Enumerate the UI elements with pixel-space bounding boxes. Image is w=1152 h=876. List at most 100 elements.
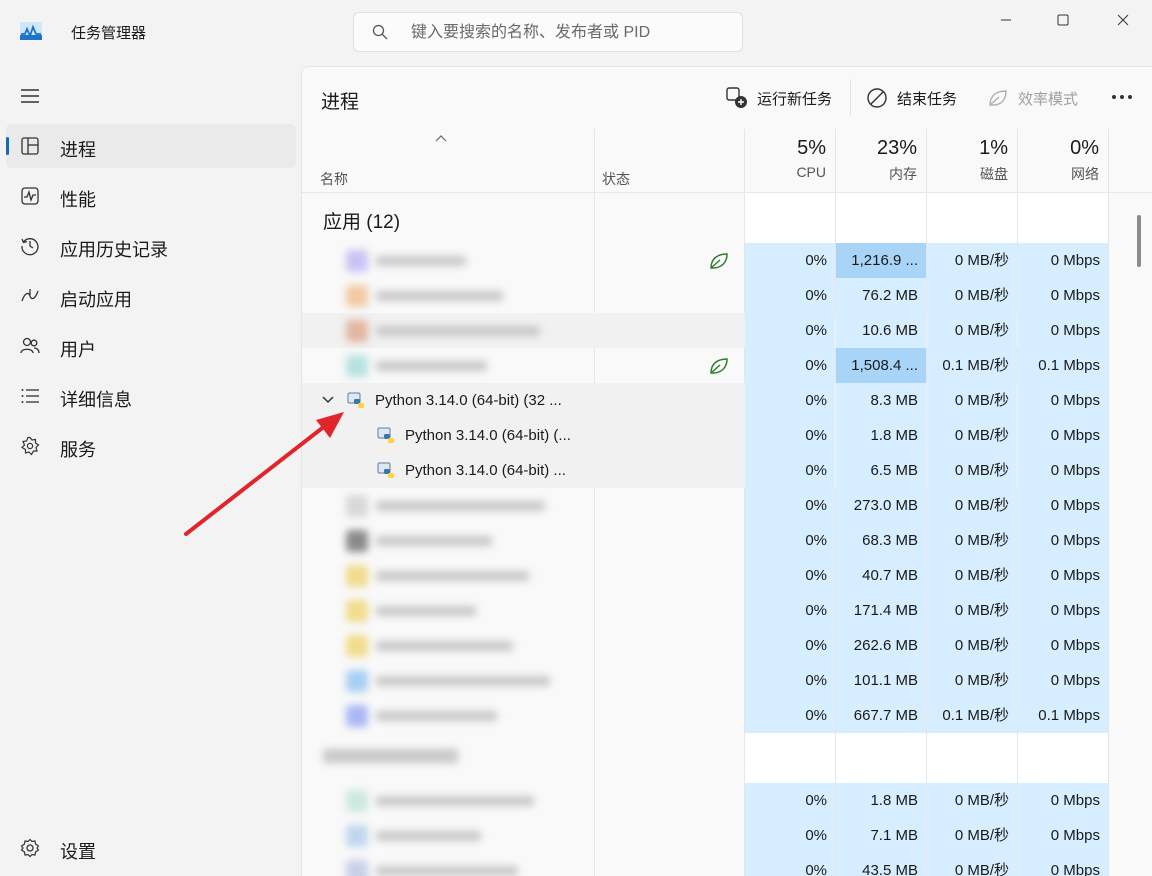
minimize-button[interactable] [991, 8, 1021, 32]
disk-cell: 0 MB/秒 [927, 818, 1017, 853]
search-icon [372, 24, 388, 40]
hamburger-menu-icon[interactable] [20, 88, 40, 104]
process-row[interactable]: 0% 273.0 MB 0 MB/秒 0 Mbps [302, 488, 1108, 523]
column-header-name[interactable]: 名称 [320, 169, 348, 189]
memory-cell: 76.2 MB [836, 278, 926, 313]
redacted-app-icon [346, 790, 368, 813]
cpu-cell: 0% [745, 593, 835, 628]
column-header-memory[interactable]: 23% 内存 [827, 137, 917, 184]
sidebar-item-label: 服务 [60, 440, 96, 460]
disk-cell: 0 MB/秒 [927, 663, 1017, 698]
redacted-app-icon [346, 705, 368, 728]
column-header-cpu[interactable]: 5% CPU [736, 137, 826, 180]
redacted-process-name [346, 593, 586, 628]
process-row[interactable]: 0% 262.6 MB 0 MB/秒 0 Mbps [302, 628, 1108, 663]
network-cell: 0.1 Mbps [1018, 348, 1108, 383]
redacted-app-icon [346, 825, 368, 848]
process-name: Python 3.14.0 (64-bit) (32 ... [346, 383, 588, 418]
column-header-status[interactable]: 状态 [602, 169, 630, 189]
process-row[interactable]: 0% 1,216.9 ... 0 MB/秒 0 Mbps [302, 243, 1108, 278]
redacted-text [376, 291, 503, 302]
sidebar-item-settings[interactable]: 设置 [6, 826, 296, 870]
sidebar-item-processes[interactable]: 进程 [6, 124, 296, 168]
network-cell: 0 Mbps [1018, 278, 1108, 313]
redacted-text [376, 256, 466, 267]
run-new-task-button[interactable]: 运行新任务 [726, 85, 832, 111]
process-row[interactable]: 0% 667.7 MB 0.1 MB/秒 0.1 Mbps [302, 698, 1108, 733]
app-title: 任务管理器 [71, 25, 147, 42]
process-name: Python 3.14.0 (64-bit) (... [376, 418, 588, 453]
startup-icon [21, 289, 39, 302]
network-total-percent: 0% [1070, 137, 1099, 159]
sidebar-item-app-history[interactable]: 应用历史记录 [6, 224, 296, 268]
redacted-process-name [346, 558, 586, 593]
network-cell: 0 Mbps [1018, 663, 1108, 698]
efficiency-mode-button[interactable]: 效率模式 [987, 85, 1078, 111]
history-icon [21, 238, 39, 256]
cpu-cell: 0% [745, 313, 835, 348]
process-row[interactable]: 0% 10.6 MB 0 MB/秒 0 Mbps [302, 313, 1108, 348]
network-cell: 0 Mbps [1018, 853, 1108, 876]
settings-gear-icon [20, 838, 40, 858]
process-row-python[interactable]: Python 3.14.0 (64-bit) (32 ... 0% 8.3 MB 0 … [302, 383, 1108, 418]
end-task-button[interactable]: 结束任务 [866, 85, 957, 111]
redacted-app-icon [346, 320, 368, 343]
disk-cell: 0 MB/秒 [927, 278, 1017, 313]
process-row-python[interactable]: Python 3.14.0 (64-bit) ... 0% 6.5 MB 0 MB/秒… [302, 453, 1108, 488]
maximize-button[interactable] [1048, 8, 1078, 32]
end-task-label: 结束任务 [897, 90, 958, 108]
cpu-cell: 0% [745, 348, 835, 383]
process-row[interactable]: 0% 68.3 MB 0 MB/秒 0 Mbps [302, 523, 1108, 558]
cpu-cell: 0% [745, 453, 835, 488]
process-row[interactable]: 0% 43.5 MB 0 MB/秒 0 Mbps [302, 853, 1108, 876]
column-header-network[interactable]: 0% 网络 [1009, 137, 1099, 184]
disk-cell: 0.1 MB/秒 [927, 348, 1017, 383]
network-cell: 0 Mbps [1018, 593, 1108, 628]
network-cell: 0 Mbps [1018, 523, 1108, 558]
process-row-python[interactable]: Python 3.14.0 (64-bit) (... 0% 1.8 MB 0 MB/… [302, 418, 1108, 453]
search-box[interactable] [353, 12, 743, 52]
disk-cell: 0 MB/秒 [927, 488, 1017, 523]
redacted-app-icon [346, 285, 368, 308]
process-row[interactable]: 0% 1,508.4 ... 0.1 MB/秒 0.1 Mbps [302, 348, 1108, 383]
cpu-total-percent: 5% [797, 137, 826, 159]
memory-cell: 1.8 MB [836, 783, 926, 818]
memory-cell: 43.5 MB [836, 853, 926, 876]
cpu-cell: 0% [745, 558, 835, 593]
search-input[interactable] [411, 21, 731, 45]
cpu-cell: 0% [745, 278, 835, 313]
redacted-app-icon [346, 250, 368, 273]
disk-cell: 0 MB/秒 [927, 558, 1017, 593]
network-label: 网络 [1071, 166, 1099, 182]
column-header-disk[interactable]: 1% 磁盘 [918, 137, 1008, 184]
redacted-text [376, 361, 487, 372]
memory-cell: 40.7 MB [836, 558, 926, 593]
process-row[interactable]: 0% 40.7 MB 0 MB/秒 0 Mbps [302, 558, 1108, 593]
redacted-text [376, 326, 540, 337]
process-name: Python 3.14.0 (64-bit) ... [376, 453, 588, 488]
cpu-cell: 0% [745, 243, 835, 278]
sidebar-item-users[interactable]: 用户 [6, 324, 296, 368]
redacted-text [376, 711, 497, 722]
sidebar-item-label: 设置 [60, 842, 96, 862]
redacted-process-name [346, 698, 586, 733]
more-options-icon[interactable] [1110, 87, 1134, 107]
cpu-cell: 0% [745, 818, 835, 853]
memory-cell: 1,216.9 ... [836, 243, 926, 278]
sidebar-item-performance[interactable]: 性能 [6, 174, 296, 218]
close-button[interactable] [1108, 8, 1138, 32]
vertical-scrollbar-thumb[interactable] [1137, 215, 1141, 267]
redacted-app-icon [346, 355, 368, 378]
process-row[interactable]: 0% 7.1 MB 0 MB/秒 0 Mbps [302, 818, 1108, 853]
end-task-icon [867, 88, 887, 108]
process-row[interactable]: 0% 1.8 MB 0 MB/秒 0 Mbps [302, 783, 1108, 818]
sidebar-item-startup[interactable]: 启动应用 [6, 274, 296, 318]
process-row[interactable]: 0% 76.2 MB 0 MB/秒 0 Mbps [302, 278, 1108, 313]
redacted-app-icon [346, 670, 368, 693]
redacted-app-icon [346, 565, 368, 588]
process-row[interactable]: 0% 101.1 MB 0 MB/秒 0 Mbps [302, 663, 1108, 698]
process-row[interactable]: 0% 171.4 MB 0 MB/秒 0 Mbps [302, 593, 1108, 628]
disk-total-percent: 1% [979, 137, 1008, 159]
redacted-text [376, 536, 492, 547]
sort-caret-up-icon[interactable] [434, 133, 448, 143]
